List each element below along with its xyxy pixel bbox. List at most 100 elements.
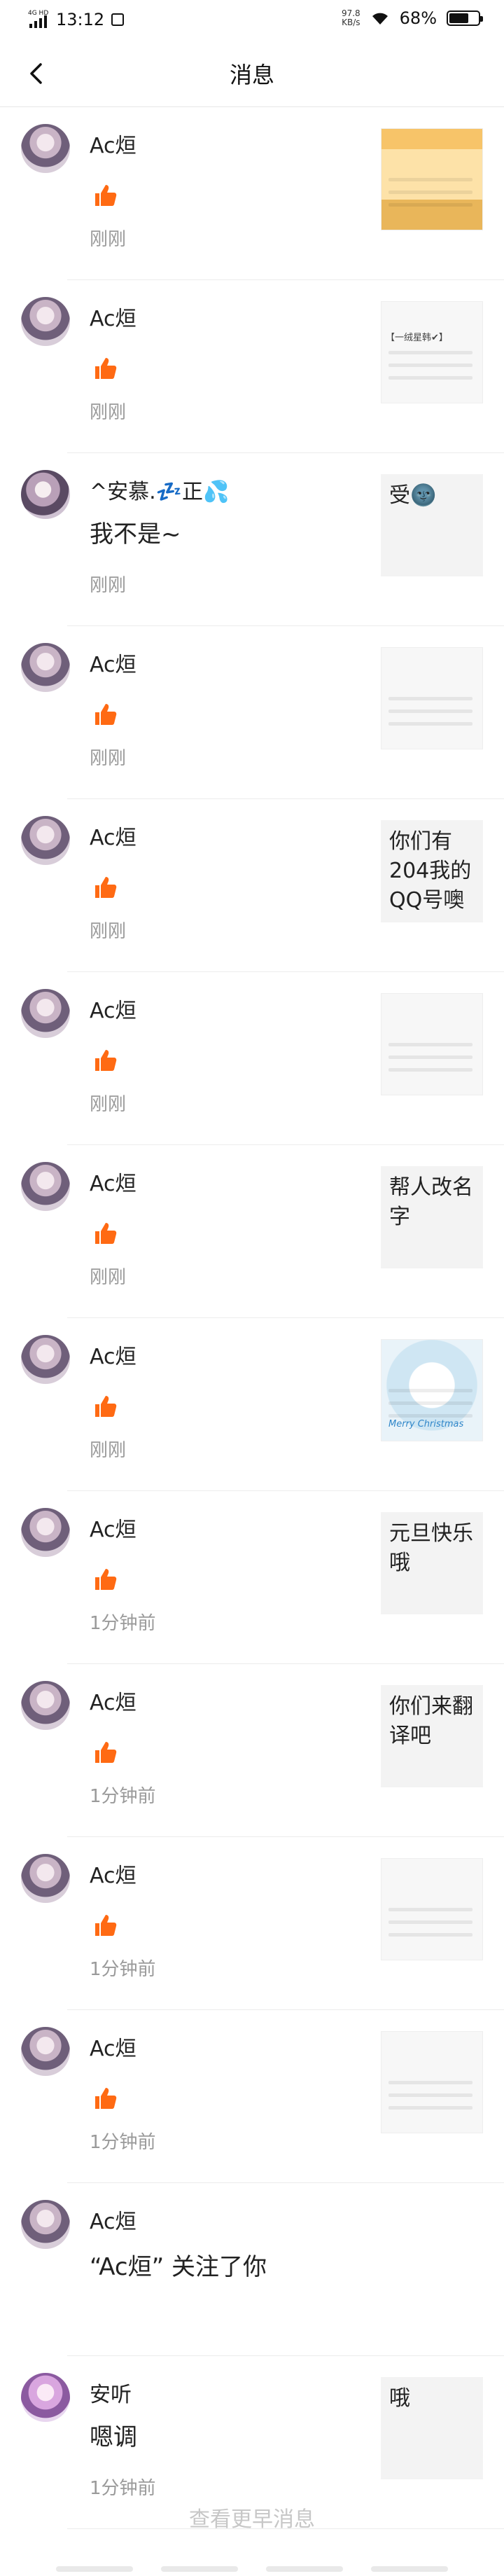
post-preview-image[interactable]: Merry Christmas [381, 1339, 483, 1441]
sender-name[interactable]: Ac烜 [90, 993, 136, 1024]
avatar[interactable] [21, 1681, 70, 1730]
sim-icon [111, 13, 125, 26]
preview-line [388, 2081, 472, 2084]
message-item[interactable]: Ac烜刚刚 [0, 972, 504, 1145]
preview-line [388, 203, 472, 207]
avatar[interactable] [21, 2200, 70, 2249]
timestamp: 1分钟前 [90, 1959, 156, 1980]
post-preview-image[interactable] [381, 647, 483, 749]
avatar[interactable] [21, 1335, 70, 1384]
signal-icon: 4G HD [28, 10, 49, 28]
preview-text: 你们来翻译吧 [389, 1694, 473, 1748]
thumbs-up-icon [92, 2086, 118, 2111]
preview-line [388, 1414, 472, 1418]
preview-line [388, 709, 472, 713]
preview-line [388, 697, 472, 700]
sender-name[interactable]: Ac烜 [90, 647, 136, 678]
sender-name[interactable]: ^安慕.💤正💦 [90, 474, 229, 505]
sender-name[interactable]: Ac烜 [90, 2031, 136, 2062]
avatar[interactable] [21, 816, 70, 865]
preview-text: 哦 [389, 2386, 410, 2411]
status-left: 4G HD 13:12 [28, 10, 125, 29]
message-item[interactable]: Ac烜 1分钟前 你们来翻译吧 [0, 1664, 504, 1837]
thumbs-up-icon [92, 1394, 118, 1419]
post-preview-text[interactable]: 哦 [381, 2377, 483, 2479]
message-item[interactable]: Ac烜刚刚 【一绒星韩✔】 [0, 280, 504, 453]
thumbs-up-icon [92, 1567, 118, 1592]
post-preview-image[interactable]: 【一绒星韩✔】 [381, 301, 483, 403]
post-preview-text[interactable]: 元旦快乐哦 [381, 1512, 483, 1614]
sender-name[interactable]: 安听 [90, 2377, 132, 2408]
load-more-button[interactable]: 查看更早消息 [0, 2502, 504, 2533]
avatar[interactable] [21, 2373, 70, 2422]
timestamp: 1分钟前 [90, 1786, 156, 1807]
timestamp: 1分钟前 [90, 2132, 156, 2153]
preview-line [388, 2106, 472, 2110]
avatar[interactable] [21, 297, 70, 346]
post-preview-image[interactable] [381, 1858, 483, 1960]
message-item[interactable]: Ac烜 1分钟前 [0, 2010, 504, 2183]
message-text: “Ac烜” 关注了你 [90, 2253, 267, 2281]
post-preview-image[interactable] [381, 993, 483, 1095]
thumbs-up-icon [92, 875, 118, 900]
timestamp: 刚刚 [90, 748, 127, 769]
message-item[interactable]: Ac烜 刚刚 帮人改名字 [0, 1145, 504, 1318]
message-item[interactable]: Ac烜 “Ac烜” 关注了你 [0, 2183, 504, 2356]
post-preview-text[interactable]: 受🌚 [381, 474, 483, 576]
timestamp: 刚刚 [90, 921, 127, 942]
preview-text: 你们有204我的QQ号噢 [389, 829, 472, 913]
sender-name[interactable]: Ac烜 [90, 2204, 136, 2235]
battery-icon [447, 11, 483, 26]
avatar[interactable] [21, 1162, 70, 1211]
preview-line [388, 376, 472, 380]
message-item[interactable]: Ac烜 刚刚 [0, 107, 504, 280]
sender-name[interactable]: Ac烜 [90, 1858, 136, 1889]
sender-name[interactable]: Ac烜 [90, 1512, 136, 1543]
preview-line [388, 1068, 472, 1072]
sender-name[interactable]: Ac烜 [90, 1685, 136, 1716]
preview-line [388, 1389, 472, 1392]
post-preview-text[interactable]: 帮人改名字 [381, 1166, 483, 1268]
preview-line [388, 1933, 472, 1937]
timestamp: 刚刚 [90, 1094, 127, 1115]
sender-name[interactable]: Ac烜 [90, 820, 136, 851]
bottom-indicator [56, 2566, 448, 2572]
preview-line [388, 351, 472, 354]
timestamp: 刚刚 [90, 575, 127, 596]
page-title: 消息 [229, 62, 274, 88]
preview-text: 受🌚 [389, 483, 437, 508]
sender-name[interactable]: Ac烜 [90, 1166, 136, 1197]
post-preview-image[interactable] [381, 2031, 483, 2133]
preview-line [388, 722, 472, 726]
timestamp: 1分钟前 [90, 1613, 156, 1634]
message-item[interactable]: Ac烜刚刚 [0, 626, 504, 799]
status-bar: 4G HD 13:12 97.8 KB/s 68% [0, 0, 504, 41]
message-item[interactable]: ^安慕.💤正💦 我不是~ 刚刚 受🌚 [0, 453, 504, 626]
avatar[interactable] [21, 643, 70, 692]
preview-line [388, 2093, 472, 2097]
post-preview-text[interactable]: 你们有204我的QQ号噢 [381, 820, 483, 922]
avatar[interactable] [21, 124, 70, 173]
message-text: 我不是~ [90, 520, 181, 548]
post-preview-image[interactable] [381, 128, 483, 230]
avatar[interactable] [21, 1854, 70, 1903]
nav-bar: 消息 [0, 41, 504, 107]
preview-line [388, 191, 472, 194]
sender-name[interactable]: Ac烜 [90, 128, 136, 159]
avatar[interactable] [21, 989, 70, 1038]
message-item[interactable]: Ac烜 刚刚 Merry Christmas [0, 1318, 504, 1491]
preview-line [388, 1920, 472, 1924]
sender-name[interactable]: Ac烜 [90, 301, 136, 332]
message-item[interactable]: Ac烜 1分钟前 元旦快乐哦 [0, 1491, 504, 1664]
avatar[interactable] [21, 470, 70, 519]
message-item[interactable]: Ac烜刚刚 你们有204我的QQ号噢 [0, 799, 504, 972]
avatar[interactable] [21, 2027, 70, 2076]
sender-name[interactable]: Ac烜 [90, 1339, 136, 1370]
thumbs-up-icon [92, 1913, 118, 1938]
thumbs-up-icon [92, 183, 118, 208]
preview-text: 元旦快乐哦 [389, 1521, 473, 1575]
timestamp: 刚刚 [90, 402, 127, 423]
avatar[interactable] [21, 1508, 70, 1557]
message-item[interactable]: Ac烜 1分钟前 [0, 1837, 504, 2010]
post-preview-text[interactable]: 你们来翻译吧 [381, 1685, 483, 1787]
